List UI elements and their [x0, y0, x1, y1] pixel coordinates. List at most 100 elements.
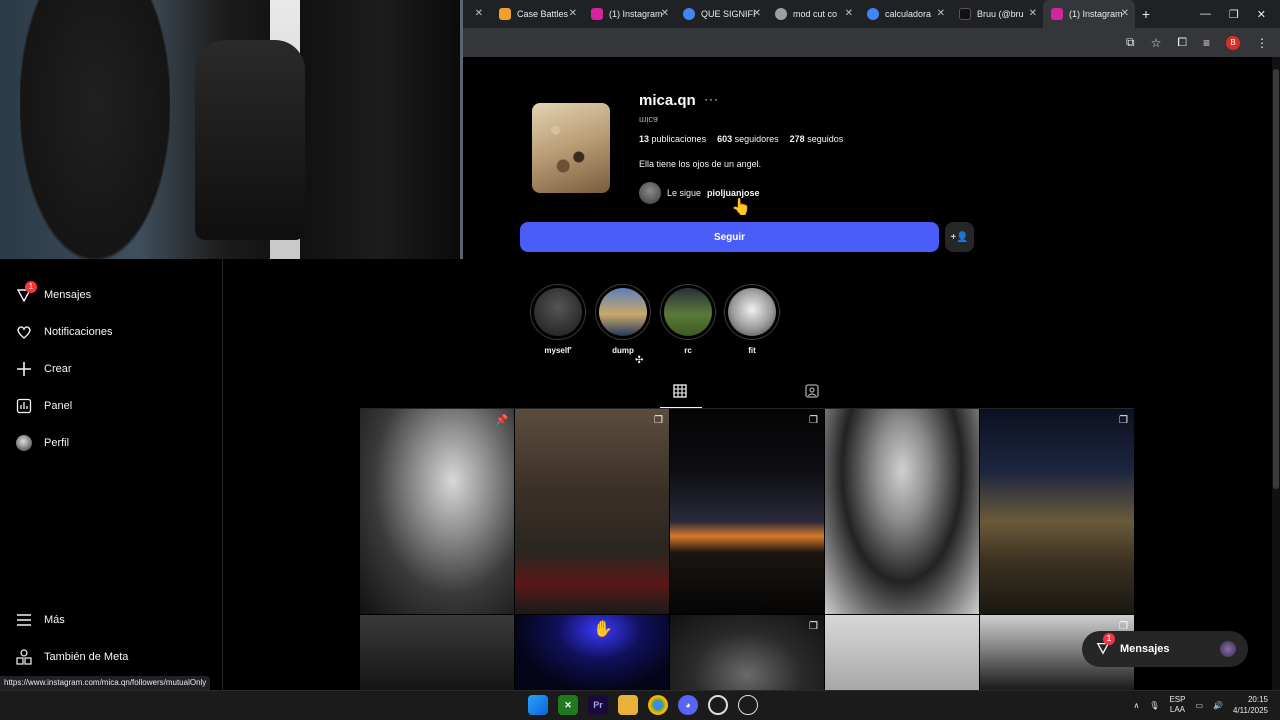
webcam-person — [20, 0, 170, 259]
media-controls-icon[interactable]: ≡ — [1203, 36, 1210, 50]
close-tab-icon[interactable]: ✕ — [845, 8, 853, 19]
profile-full-name: mica — [639, 115, 659, 125]
post-thumbnail[interactable]: 📌 — [360, 409, 514, 614]
post-thumbnail[interactable] — [825, 409, 979, 614]
highlight-item[interactable]: myself' — [530, 284, 586, 355]
instagram-favicon-icon — [591, 8, 603, 20]
post-thumbnail[interactable]: ✋ — [515, 615, 669, 690]
browser-tab-6[interactable]: Bruu (@bru ✕ — [951, 0, 1043, 28]
avatar-icon — [16, 435, 32, 451]
xbox-icon[interactable]: ✕ — [558, 695, 578, 715]
hamburger-icon — [16, 612, 32, 628]
suggested-accounts-button[interactable]: +👤 — [945, 222, 974, 252]
notification-badge: 1 — [1103, 632, 1115, 645]
premiere-icon[interactable]: Pr — [588, 695, 608, 715]
tagged-tab-icon[interactable] — [805, 384, 819, 401]
carousel-icon: ❐ — [809, 621, 818, 632]
scrollbar-thumb[interactable] — [1273, 69, 1279, 489]
profile-avatar[interactable]: B — [1226, 35, 1240, 50]
chart-icon — [16, 398, 32, 414]
maximize-icon[interactable]: ❐ — [1229, 8, 1239, 21]
system-clock[interactable]: 20:15 4/11/2025 — [1233, 694, 1268, 716]
plus-icon — [16, 361, 32, 377]
post-thumbnail[interactable] — [825, 615, 979, 690]
close-tab-icon[interactable]: ✕ — [661, 8, 669, 19]
following-stat[interactable]: 278 seguidos — [790, 134, 844, 144]
posts-grid-tab-icon[interactable] — [673, 384, 687, 401]
close-tab-icon[interactable]: ✕ — [569, 8, 577, 19]
followers-stat[interactable]: 603 seguidores — [717, 134, 779, 144]
profile-stats: 13 publicaciones 603 seguidores 278 segu… — [639, 134, 843, 144]
post-thumbnail[interactable]: ❐ — [670, 615, 824, 690]
tray-overflow-icon[interactable]: ∧ — [1133, 701, 1139, 710]
sidebar-item-notificaciones[interactable]: Notificaciones — [16, 324, 112, 340]
mutual-prefix: Le sigue — [667, 188, 702, 198]
browser-tab-2[interactable]: (1) Instagram ✕ — [583, 0, 675, 28]
sidebar-item-tambien-de-meta[interactable]: También de Meta — [16, 649, 128, 665]
browser-tab-case-battles[interactable]: ✕ — [463, 0, 491, 28]
chrome-menu-icon[interactable]: ⋮ — [1256, 36, 1268, 50]
webcam-overlay — [0, 0, 463, 259]
messages-floating-button[interactable]: 1 Mensajes — [1082, 631, 1248, 667]
post-thumbnail[interactable]: ❐ — [980, 409, 1134, 614]
sidebar-item-mensajes[interactable]: 1 Mensajes — [16, 281, 91, 303]
browser-tab-3[interactable]: QUE SIGNIFI ✕ — [675, 0, 767, 28]
post-thumbnail[interactable]: ❐ — [515, 409, 669, 614]
file-explorer-icon[interactable] — [618, 695, 638, 715]
sidebar-item-panel[interactable]: Panel — [16, 398, 72, 414]
google-favicon-icon — [867, 8, 879, 20]
sidebar-item-label: También de Meta — [44, 651, 129, 663]
highlight-cover — [534, 288, 582, 336]
notification-badge: 1 — [25, 281, 37, 293]
minimize-icon[interactable]: — — [1200, 8, 1211, 21]
sidebar-item-mas[interactable]: Más — [16, 612, 65, 628]
post-thumbnail[interactable]: ❐ — [670, 409, 824, 614]
network-icon[interactable]: ▭ — [1195, 701, 1203, 710]
discord-icon[interactable]: ◕ — [678, 695, 698, 715]
sidebar-item-label: Notificaciones — [44, 326, 113, 338]
highlight-item[interactable]: fit — [724, 284, 780, 355]
browser-tab-active[interactable]: (1) Instagram ✕ — [1043, 0, 1135, 28]
profile-bio: Ella tiene los ojos de un angel. — [639, 159, 762, 169]
install-app-icon[interactable]: ⧉ — [1126, 35, 1135, 50]
profile-picture[interactable] — [532, 103, 610, 193]
neon-hand-icon: ✋ — [593, 621, 613, 638]
windows-start-icon[interactable] — [528, 695, 548, 715]
close-tab-icon[interactable]: ✕ — [1029, 8, 1037, 19]
close-tab-icon[interactable]: ✕ — [475, 8, 483, 19]
sidebar-item-crear[interactable]: Crear — [16, 361, 72, 377]
page-scrollbar[interactable] — [1272, 57, 1280, 690]
close-window-icon[interactable]: ✕ — [1257, 8, 1266, 21]
follow-button[interactable]: Seguir — [520, 222, 939, 252]
chrome-icon[interactable] — [648, 695, 668, 715]
highlight-item[interactable]: rc — [660, 284, 716, 355]
sidebar-item-perfil[interactable]: Perfil — [16, 435, 69, 451]
more-options-icon[interactable]: ··· — [704, 92, 719, 106]
highlight-label: rc — [684, 346, 692, 355]
post-thumbnail[interactable] — [360, 615, 514, 690]
new-tab-button[interactable]: + — [1135, 6, 1157, 22]
webcam-gaming-chair — [195, 40, 305, 240]
profile-username: mica.qn — [639, 92, 696, 109]
close-tab-icon[interactable]: ✕ — [753, 8, 761, 19]
browser-tab-4[interactable]: mod cut co ✕ — [767, 0, 859, 28]
messenger-icon: 1 — [16, 281, 37, 303]
close-tab-icon[interactable]: ✕ — [937, 8, 945, 19]
close-tab-icon[interactable]: ✕ — [1121, 8, 1129, 19]
volume-icon[interactable]: 🔊 — [1213, 701, 1223, 710]
pinned-icon: 📌 — [495, 415, 508, 426]
extensions-icon[interactable]: ⧠ — [1177, 35, 1187, 50]
microphone-icon[interactable]: 🎙 — [1149, 701, 1159, 710]
browser-tab-5[interactable]: calculadora ✕ — [859, 0, 951, 28]
language-indicator[interactable]: ESP LAA — [1169, 695, 1185, 715]
heart-icon — [16, 324, 32, 340]
tiktok-favicon-icon — [959, 8, 971, 20]
browser-tab-strip: ✕ Case Battles ✕ (1) Instagram ✕ QUE SIG… — [463, 0, 1280, 28]
instagram-sidebar: 1 Mensajes Notificaciones Crear Panel Pe… — [0, 259, 223, 690]
app-circle-icon[interactable] — [708, 695, 728, 715]
bookmark-star-icon[interactable]: ☆ — [1151, 36, 1162, 50]
browser-tab-1[interactable]: Case Battles ✕ — [491, 0, 583, 28]
highlight-item[interactable]: dump — [595, 284, 651, 355]
carousel-icon: ❐ — [1119, 415, 1128, 426]
steam-icon[interactable] — [738, 695, 758, 715]
